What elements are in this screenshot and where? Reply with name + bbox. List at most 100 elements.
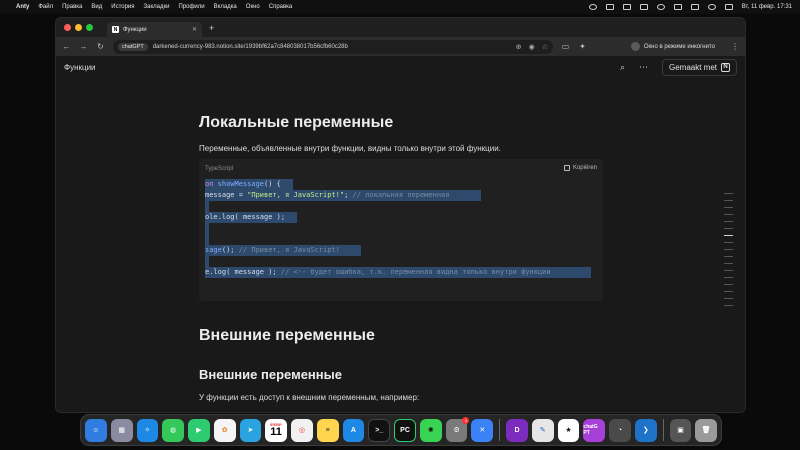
code-line — [205, 223, 209, 234]
outline-mark[interactable] — [724, 270, 733, 271]
eye-off-icon[interactable]: ◉ — [529, 43, 535, 51]
page-outline[interactable] — [724, 193, 733, 312]
facetime-icon[interactable]: ▶ — [188, 418, 210, 442]
minimize-window-button[interactable] — [75, 24, 82, 31]
code-language[interactable]: TypeScript — [205, 166, 233, 172]
launchpad-icon[interactable]: ▦ — [110, 418, 133, 442]
search-icon[interactable]: ⌕ — [620, 62, 625, 73]
breadcrumb[interactable]: Функции — [64, 63, 96, 72]
made-with-notion-button[interactable]: Gemaakt met N — [661, 58, 737, 76]
preview-icon[interactable]: ▣ — [669, 418, 692, 442]
menu-app-name[interactable]: Anty — [16, 4, 29, 10]
outline-mark[interactable] — [724, 291, 733, 292]
menu-clock[interactable]: Вт, 11 февр. 17:31 — [742, 4, 792, 10]
calendar-icon[interactable]: ФЕВР. 11 — [265, 418, 287, 442]
code-line — [205, 256, 209, 267]
tab-functions[interactable]: N Функции ✕ — [107, 22, 202, 37]
menu-history[interactable]: История — [111, 4, 134, 10]
instruments-icon[interactable]: ◔ — [609, 418, 631, 442]
wifi-icon[interactable] — [690, 4, 699, 10]
status-icon[interactable] — [656, 4, 665, 10]
outline-mark[interactable] — [724, 256, 733, 257]
outline-mark[interactable] — [724, 214, 733, 215]
zoom-window-button[interactable] — [86, 24, 93, 31]
safari-icon[interactable]: ✧ — [136, 418, 159, 442]
code-line — [205, 201, 209, 212]
control-center-icon[interactable] — [724, 4, 733, 10]
anki-icon[interactable]: ★ — [557, 418, 580, 442]
outline-mark[interactable] — [724, 221, 733, 222]
terminal-icon[interactable]: >_ — [368, 418, 391, 442]
vscode-icon[interactable]: ❯ — [634, 418, 657, 442]
finder-icon[interactable]: ☺ — [85, 418, 107, 442]
browser-menu-icon[interactable]: ⋮ — [731, 42, 739, 51]
menu-file[interactable]: Файл — [38, 4, 53, 10]
outline-mark[interactable] — [724, 277, 733, 278]
more-icon[interactable]: ⋯ — [639, 62, 648, 73]
app-d-icon[interactable]: D — [506, 418, 528, 442]
mac-menu-bar: Anty Файл Правка Вид История Закладки Пр… — [0, 0, 800, 14]
outline-mark[interactable] — [724, 207, 733, 208]
extensions-icon[interactable]: ✦ — [578, 42, 587, 51]
messages-icon[interactable]: ◍ — [162, 418, 184, 442]
menu-edit[interactable]: Правка — [62, 4, 82, 10]
menu-window[interactable]: Окно — [246, 4, 260, 10]
app-icon[interactable]: ✕ — [471, 418, 494, 442]
close-window-button[interactable] — [64, 24, 71, 31]
url-field[interactable]: chatGPT darkened-currency-983.notion.sit… — [113, 39, 553, 54]
screen-icon[interactable]: ▭ — [561, 42, 570, 51]
trash-icon[interactable]: 🗑 — [695, 418, 718, 442]
telegram-icon[interactable]: ➤ — [239, 418, 262, 442]
status-icon[interactable] — [588, 4, 597, 10]
status-icon[interactable] — [639, 4, 648, 10]
code-block[interactable]: TypeScript Kopiëren on showMessage() { m… — [199, 159, 603, 301]
outline-mark[interactable] — [724, 249, 733, 250]
outline-mark[interactable] — [724, 298, 733, 299]
menu-view[interactable]: Вид — [91, 4, 102, 10]
outline-mark[interactable] — [724, 193, 733, 194]
menu-bookmarks[interactable]: Закладки — [144, 4, 170, 10]
status-icon[interactable] — [622, 4, 631, 10]
notion-page: Функции ⌕ ⋯ Gemaakt met N Локальные пере… — [56, 56, 745, 412]
chatgpt-icon[interactable]: chatG PT — [583, 418, 606, 442]
notes-icon[interactable]: ≡ — [316, 418, 339, 442]
pycharm-icon[interactable]: PC — [394, 418, 416, 442]
code-line: e.log( message ); // <-- будет ошибка, т… — [205, 267, 591, 278]
settings-icon[interactable]: ⚙ 1 — [445, 416, 470, 442]
window-controls — [64, 24, 93, 31]
bookmark-star-icon[interactable]: ☆ — [542, 43, 548, 51]
outline-mark[interactable] — [724, 200, 733, 201]
code-line: sage(); // Привет, я JavaScript! — [205, 245, 361, 256]
zoom-icon[interactable]: ⊕ — [516, 43, 522, 51]
menu-profiles[interactable]: Профили — [179, 4, 205, 10]
outline-mark[interactable] — [724, 228, 733, 229]
outline-mark[interactable] — [724, 284, 733, 285]
url-chip[interactable]: chatGPT — [118, 42, 148, 51]
battery-icon[interactable] — [673, 4, 682, 10]
chatgpt-green-icon[interactable]: ✺ — [419, 418, 442, 442]
paragraph-outer-variables: У функции есть доступ к внешним переменн… — [199, 393, 420, 402]
outline-mark[interactable] — [724, 305, 733, 306]
url-text: darkened-currency-983.notion.site/1939bf… — [152, 43, 348, 50]
dock-separator — [662, 419, 664, 441]
menu-tab[interactable]: Вкладка — [214, 4, 237, 10]
forward-button[interactable]: → — [79, 42, 88, 51]
appstore-icon[interactable]: A — [342, 418, 365, 442]
draw-icon[interactable]: ✎ — [531, 418, 554, 442]
menu-help[interactable]: Справка — [269, 4, 293, 10]
back-button[interactable]: ← — [62, 42, 71, 51]
close-tab-icon[interactable]: ✕ — [192, 26, 197, 33]
outline-mark[interactable] — [724, 242, 733, 243]
outline-mark-active[interactable] — [724, 235, 733, 236]
spotlight-icon[interactable] — [707, 4, 716, 10]
reload-button[interactable]: ↻ — [96, 42, 105, 51]
incognito-indicator[interactable]: Окно в режиме инкогнито — [630, 42, 715, 51]
new-tab-button[interactable]: + — [209, 23, 214, 33]
status-icon[interactable] — [605, 4, 614, 10]
code-line — [205, 234, 209, 245]
tab-bar: N Функции ✕ + — [56, 18, 745, 37]
outline-mark[interactable] — [724, 263, 733, 264]
photos-icon[interactable]: ✿ — [213, 418, 236, 442]
copy-code-button[interactable]: Kopiëren — [563, 165, 597, 171]
chrome-icon[interactable]: ◎ — [291, 418, 313, 442]
